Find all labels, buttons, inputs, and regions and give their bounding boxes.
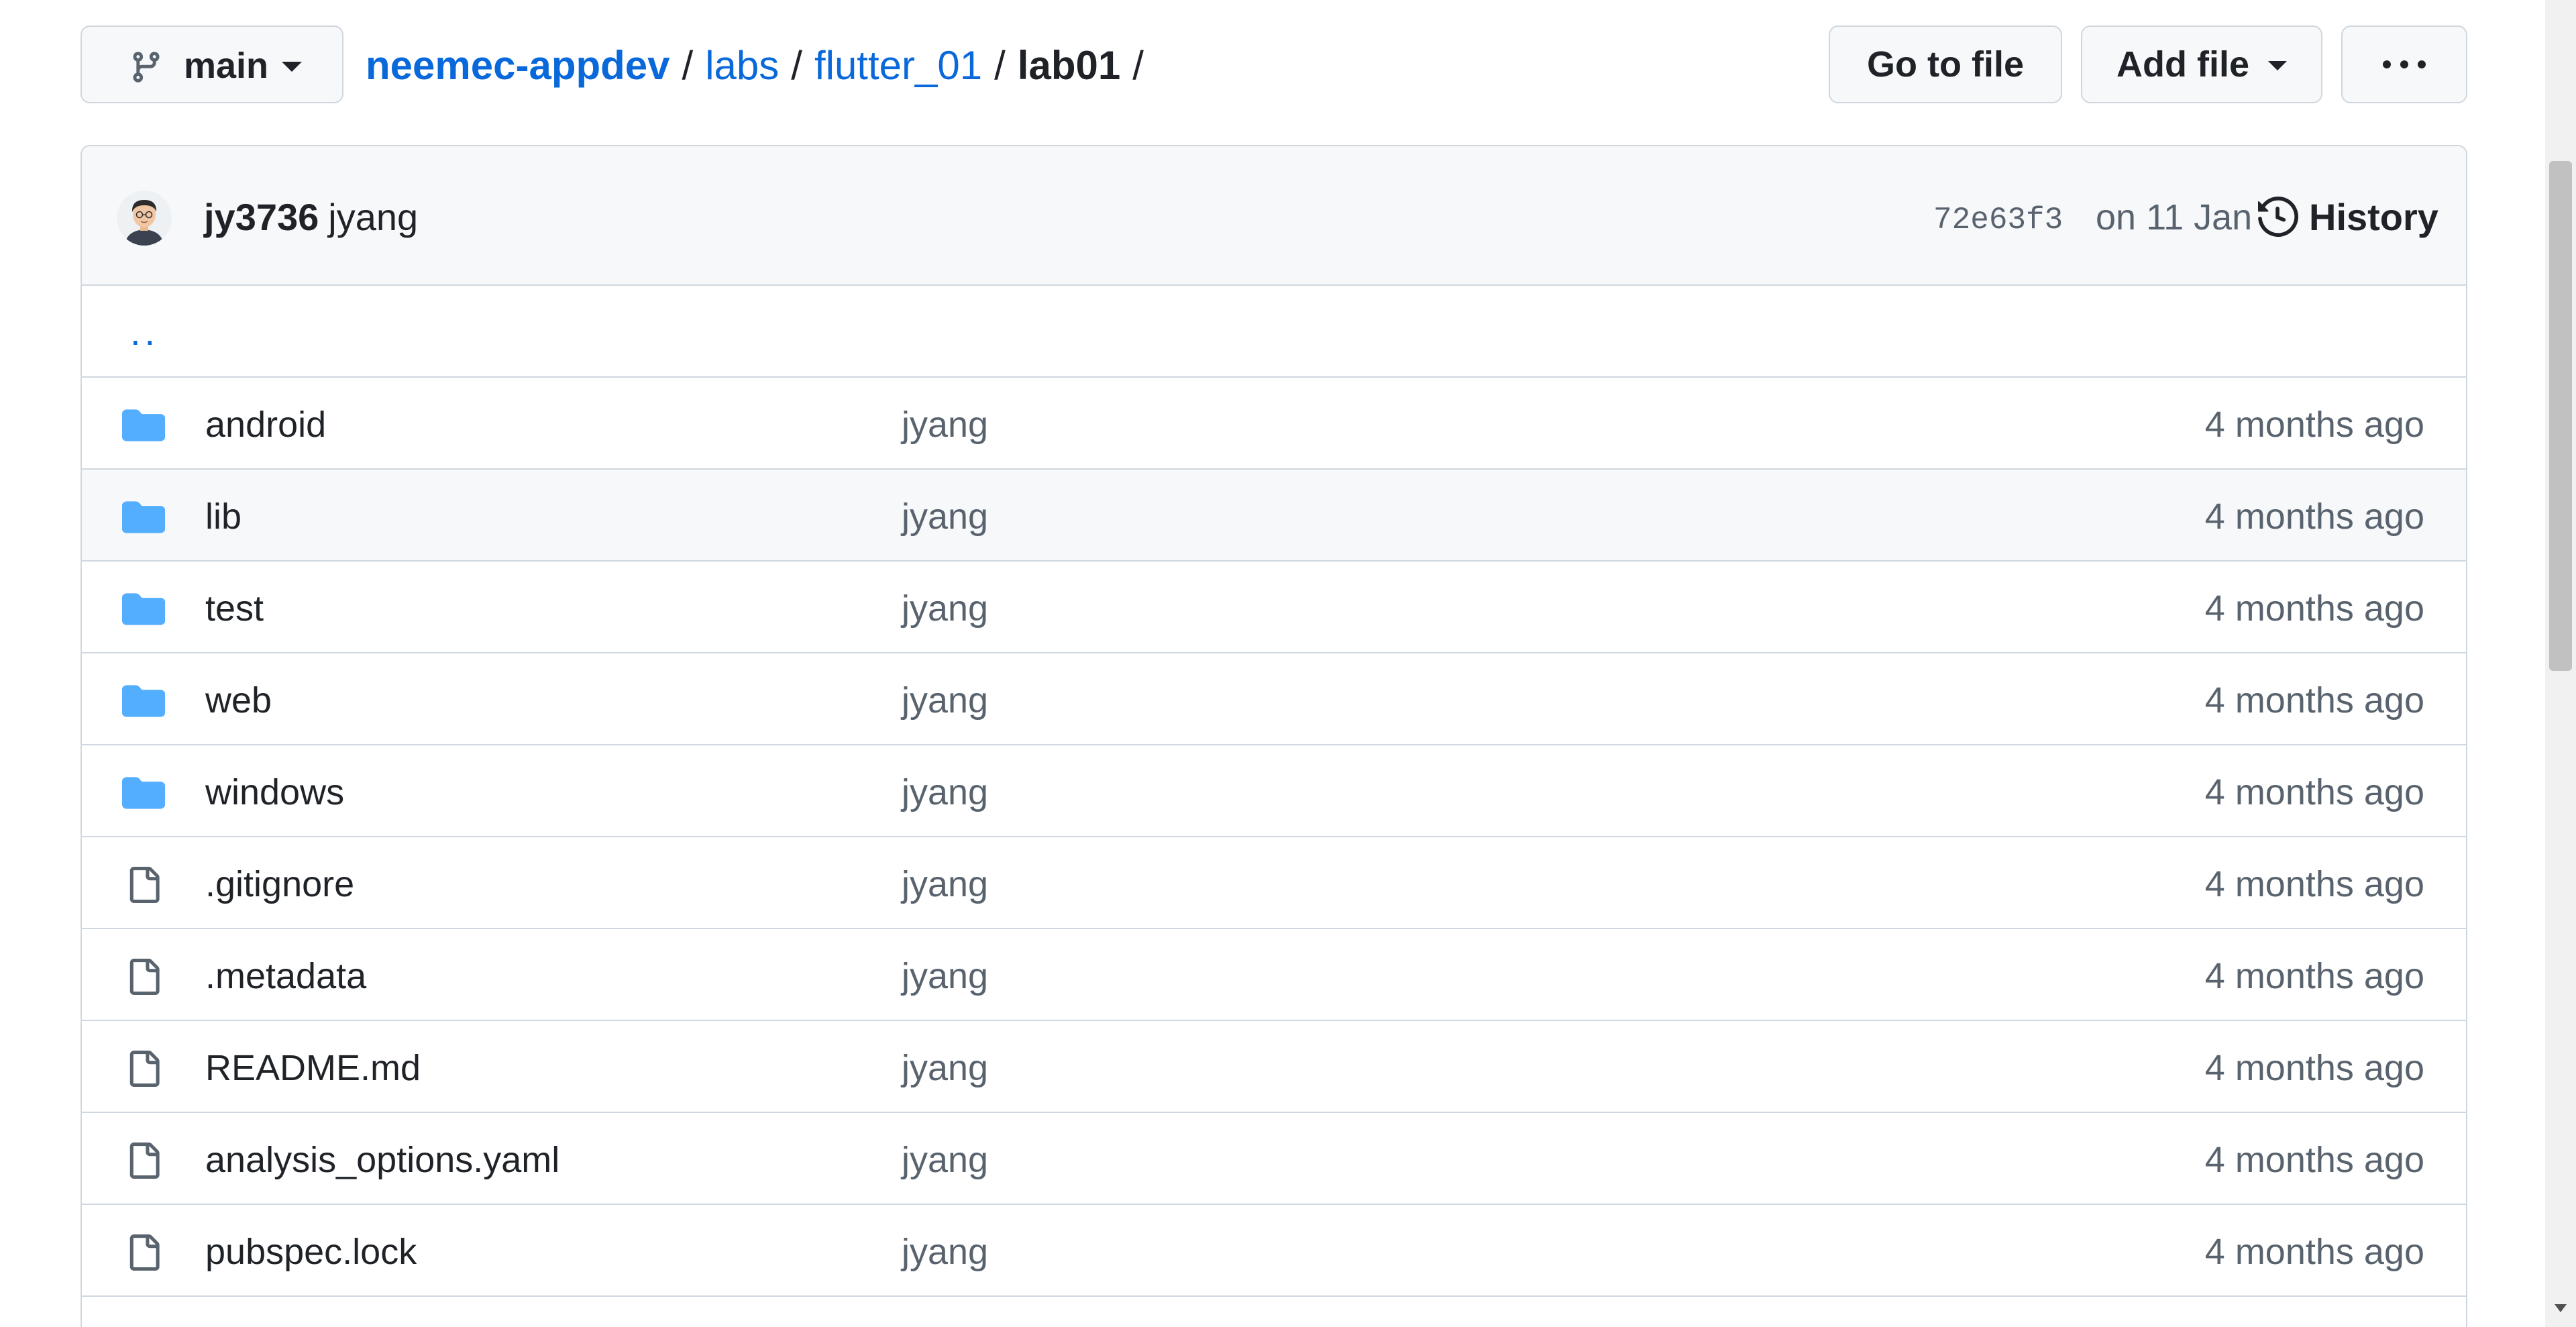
file-link[interactable]: .gitignore	[205, 864, 354, 904]
parent-directory-link[interactable]: ..	[130, 310, 159, 354]
add-file-button[interactable]: Add file	[2081, 25, 2322, 103]
page-scrollbar[interactable]	[2545, 0, 2576, 1327]
file-row[interactable]: windows jyang 4 months ago	[82, 745, 2466, 837]
chevron-down-icon	[2268, 61, 2287, 70]
breadcrumb-link-flutter-01[interactable]: flutter_01	[814, 43, 982, 88]
add-file-label: Add file	[2116, 44, 2249, 85]
go-to-file-label: Go to file	[1867, 44, 2024, 85]
avatar[interactable]	[117, 191, 172, 246]
commit-age: 4 months ago	[2204, 1140, 2424, 1180]
file-link[interactable]: .metadata	[205, 956, 366, 996]
commit-author-link[interactable]: jy3736	[204, 196, 319, 238]
file-row[interactable]: .gitignore jyang 4 months ago	[82, 837, 2466, 929]
commit-message-link[interactable]: jyang	[902, 496, 988, 537]
file-link[interactable]: README.md	[205, 1048, 421, 1088]
git-branch-icon	[133, 52, 160, 83]
file-link[interactable]: analysis_options.yaml	[205, 1140, 559, 1180]
breadcrumb-current: lab01	[1017, 43, 1121, 88]
latest-commit-bar: jy3736 jyang 72e63f3 on 11 Jan History	[82, 146, 2466, 286]
commit-message-link[interactable]: jyang	[902, 588, 988, 629]
file-link[interactable]: pubspec.lock	[205, 1232, 417, 1272]
repo-toolbar: main neemec-appdev / labs / flutter_01/lab01…	[80, 25, 2467, 106]
file-icon	[122, 959, 165, 995]
commit-age: 4 months ago	[2204, 496, 2424, 537]
commit-message-link[interactable]: jyang	[902, 1232, 988, 1272]
directory-link[interactable]: web	[205, 680, 272, 721]
file-rows: .. android jyang 4 months ago lib jyang 4 mon…	[82, 286, 2466, 1297]
commit-age: 4 months ago	[2204, 864, 2424, 904]
commit-age: 4 months ago	[2204, 772, 2424, 812]
chevron-down-icon	[282, 62, 302, 72]
commit-message-link[interactable]: jyang	[902, 1140, 988, 1180]
go-to-file-button[interactable]: Go to file	[1829, 25, 2062, 103]
commit-age: 4 months ago	[2204, 956, 2424, 996]
scroll-down-arrow-icon[interactable]	[2555, 1304, 2567, 1312]
directory-link[interactable]: test	[205, 588, 264, 629]
commit-sha-link[interactable]: 72e63f3	[1933, 203, 2063, 237]
avatar-icon	[117, 191, 172, 246]
file-icon	[122, 1234, 165, 1271]
commit-age: 4 months ago	[2204, 588, 2424, 629]
commit-author: jy3736 jyang	[204, 197, 418, 237]
file-list: jy3736 jyang 72e63f3 on 11 Jan History ..…	[80, 145, 2467, 1327]
parent-directory-row[interactable]: ..	[82, 286, 2466, 378]
commit-message-link[interactable]: jyang	[328, 196, 418, 238]
folder-icon	[122, 407, 165, 443]
commit-message-link[interactable]: jyang	[902, 405, 988, 445]
folder-icon	[122, 775, 165, 811]
file-row[interactable]: test jyang 4 months ago	[82, 562, 2466, 653]
file-row[interactable]: .metadata jyang 4 months ago	[82, 929, 2466, 1021]
commit-message-link[interactable]: jyang	[902, 680, 988, 721]
history-label: History	[2309, 195, 2438, 238]
breadcrumb: neemec-appdev / labs / flutter_01/lab01/	[366, 44, 1144, 87]
commit-age: 4 months ago	[2204, 1048, 2424, 1088]
folder-icon	[122, 683, 165, 719]
directory-link[interactable]: android	[205, 405, 326, 445]
file-row[interactable]: analysis_options.yaml jyang 4 months ago	[82, 1113, 2466, 1205]
commit-age: 4 months ago	[2204, 405, 2424, 445]
file-icon	[122, 867, 165, 903]
directory-link[interactable]: windows	[205, 772, 344, 812]
folder-icon	[122, 591, 165, 627]
directory-link[interactable]: lib	[205, 496, 241, 537]
kebab-horizontal-icon	[2383, 60, 2426, 68]
breadcrumb-link-labs[interactable]: labs	[705, 43, 779, 88]
commit-date: on 11 Jan	[2096, 197, 2253, 237]
commit-age: 4 months ago	[2204, 1232, 2424, 1272]
commit-age: 4 months ago	[2204, 680, 2424, 721]
branch-name: main	[184, 46, 269, 86]
file-row[interactable]: web jyang 4 months ago	[82, 653, 2466, 745]
commit-message-link[interactable]: jyang	[902, 864, 988, 904]
breadcrumb-trailing-separator: /	[1132, 43, 1144, 88]
file-row[interactable]: README.md jyang 4 months ago	[82, 1021, 2466, 1113]
scrollbar-thumb[interactable]	[2549, 161, 2572, 671]
history-button[interactable]: History	[2258, 195, 2438, 239]
history-icon	[2258, 197, 2298, 237]
breadcrumb-repo-link[interactable]: neemec-appdev	[366, 43, 670, 88]
breadcrumb-separator: /	[791, 43, 802, 88]
breadcrumb-separator: /	[682, 43, 694, 88]
commit-message-link[interactable]: jyang	[902, 772, 988, 812]
file-icon	[122, 1051, 165, 1087]
commit-message-link[interactable]: jyang	[902, 956, 988, 996]
page: main neemec-appdev / labs / flutter_01/lab01…	[0, 0, 2576, 1327]
commit-message-link[interactable]: jyang	[902, 1048, 988, 1088]
file-row[interactable]: android jyang 4 months ago	[82, 378, 2466, 470]
file-icon	[122, 1143, 165, 1179]
breadcrumb-separator: /	[994, 43, 1006, 88]
file-row[interactable]: pubspec.lock jyang 4 months ago	[82, 1205, 2466, 1297]
more-options-button[interactable]	[2341, 25, 2467, 103]
folder-icon	[122, 499, 165, 535]
file-row[interactable]: lib jyang 4 months ago	[82, 470, 2466, 562]
branch-selector-button[interactable]: main	[80, 25, 343, 103]
